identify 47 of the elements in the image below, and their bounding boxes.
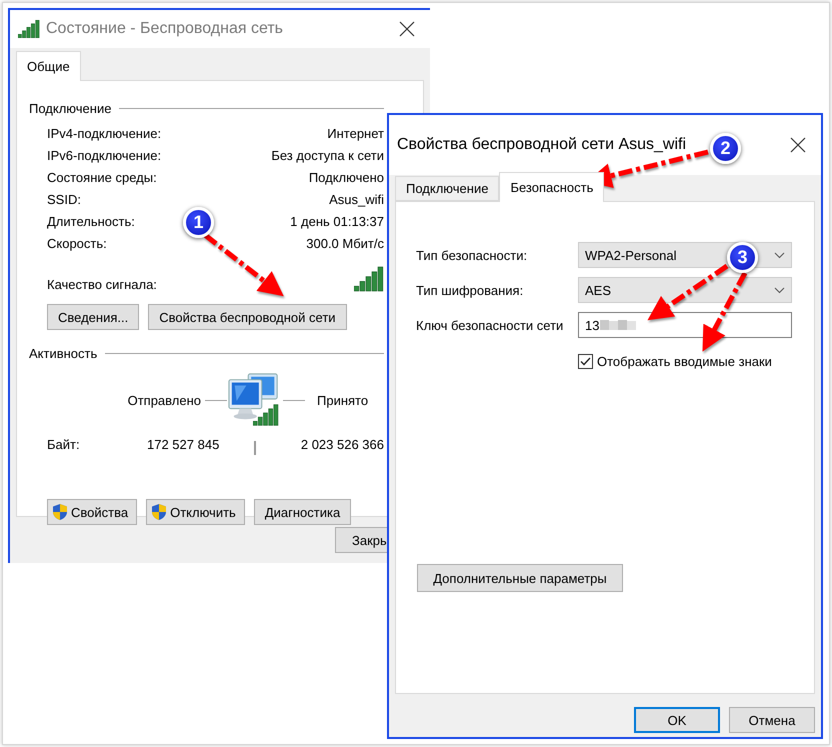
dialog-button[interactable]: Сведения... [47, 304, 140, 330]
info-label: Скорость: [47, 236, 107, 252]
field-label: Тип безопасности: [416, 248, 528, 262]
sent-bytes: 172 527 845 [147, 436, 220, 452]
checkbox-label: Отображать вводимые знаки [597, 354, 772, 369]
received-label: Принято [317, 392, 368, 408]
sent-label: Отправлено [128, 392, 201, 408]
info-value: Без доступа к сети [271, 148, 384, 164]
dialog-button[interactable]: Отключить [146, 499, 245, 525]
tab[interactable]: Общие [16, 51, 81, 81]
dialog-button[interactable]: Отмена [729, 707, 815, 733]
info-label: Длительность: [47, 214, 135, 230]
info-label: Состояние среды: [47, 170, 157, 186]
received-bytes: 2 023 526 366 [300, 436, 384, 452]
section-heading: Активность [29, 346, 98, 361]
info-value: Интернет [327, 126, 384, 142]
advanced-settings-button[interactable]: Дополнительные параметры [417, 564, 623, 592]
close-button[interactable] [398, 20, 416, 38]
chevron-down-icon [774, 252, 785, 258]
tab[interactable]: Подключение [395, 176, 500, 201]
bytes-label: Байт: [47, 436, 81, 452]
signal-bars-icon [253, 404, 279, 426]
input-field[interactable]: 13 [578, 312, 792, 338]
info-label: Качество сигнала: [47, 277, 157, 292]
signal-bars-icon [354, 266, 384, 292]
info-value: Asus_wifi [329, 192, 384, 208]
dialog-button[interactable]: OK [634, 707, 720, 733]
field-label: Тип шифрования: [416, 282, 524, 298]
tab[interactable]: Безопасность [499, 172, 604, 202]
info-label: IPv4-подключение: [47, 126, 162, 142]
dialog-title: Свойства беспроводной сети Asus_wifi [397, 136, 686, 154]
window-title: Состояние - Беспроводная сеть [46, 20, 283, 38]
signal-bars-icon [18, 20, 40, 38]
field-label: Ключ безопасности сети [416, 318, 564, 332]
checkbox[interactable] [578, 354, 593, 369]
dialog-button[interactable]: Диагностика [254, 499, 352, 525]
info-label: SSID: [47, 192, 81, 208]
close-button[interactable] [789, 136, 807, 154]
dialog-button[interactable]: Свойства [47, 499, 138, 525]
dropdown[interactable]: AES [578, 277, 792, 303]
chevron-down-icon [774, 286, 785, 294]
info-value: Подключено [308, 170, 384, 186]
section-heading: Подключение [29, 101, 112, 116]
info-value: 1 день 01:13:37 [290, 214, 384, 230]
dialog-button[interactable]: Свойства беспроводной сети [148, 304, 347, 330]
info-label: IPv6-подключение: [47, 148, 162, 164]
info-value: 300.0 Мбит/с [306, 236, 384, 252]
